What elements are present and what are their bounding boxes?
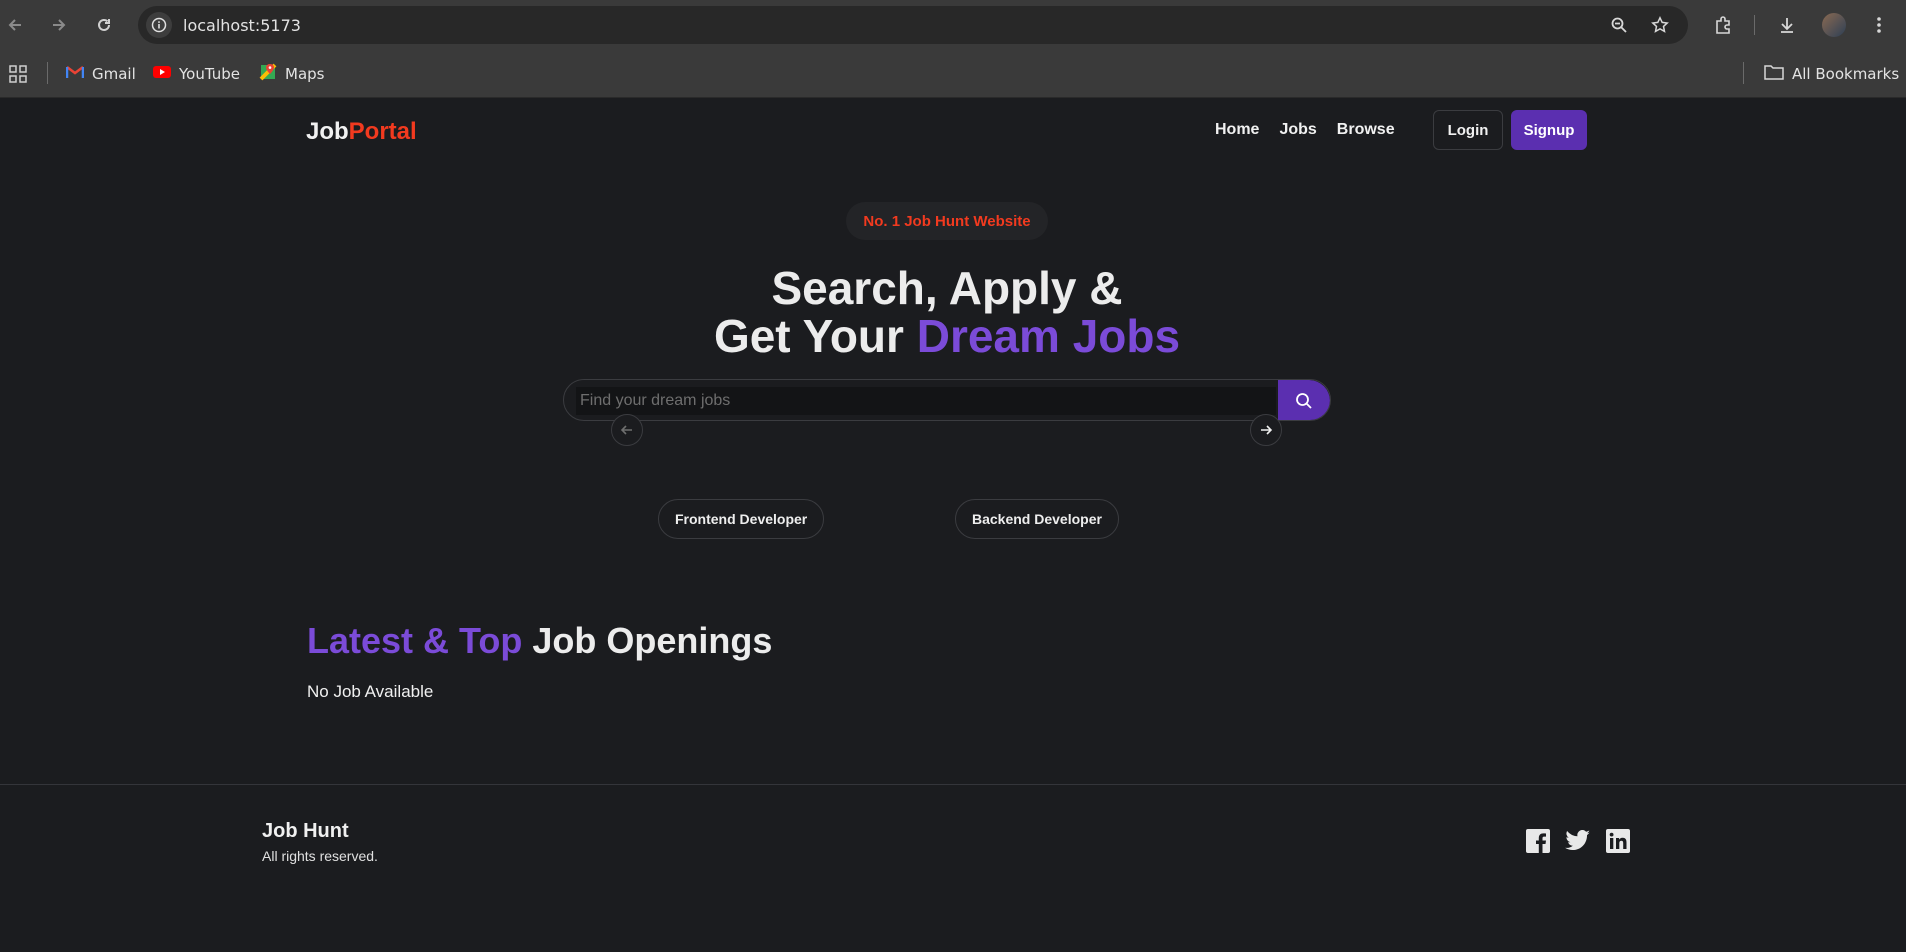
page-content: JobPortal Home Jobs Browse Login Signup … [0, 98, 1906, 952]
reload-icon[interactable] [91, 12, 117, 38]
bookmark-maps[interactable]: Maps [259, 62, 324, 86]
signup-button[interactable]: Signup [1511, 110, 1587, 150]
forward-icon[interactable] [46, 12, 72, 38]
logo-text-accent: Portal [348, 118, 417, 145]
linkedin-icon[interactable] [1605, 828, 1631, 854]
nav-jobs[interactable]: Jobs [1279, 121, 1316, 139]
hero-heading: Search, Apply & Get Your Dream Jobs [0, 264, 1894, 360]
hero-line-2: Get Your Dream Jobs [0, 312, 1894, 360]
facebook-icon[interactable] [1525, 828, 1551, 854]
carousel-next-button[interactable] [1250, 414, 1282, 446]
youtube-icon [153, 65, 171, 83]
address-bar[interactable]: localhost:5173 [138, 6, 1688, 44]
login-button[interactable]: Login [1433, 110, 1503, 150]
folder-icon [1764, 64, 1784, 84]
no-jobs-message: No Job Available [307, 682, 434, 701]
search-button[interactable] [1278, 380, 1330, 420]
toolbar-divider [1754, 15, 1755, 35]
hero-line-2-plain: Get Your [713, 310, 917, 362]
main-nav: Home Jobs Browse [1215, 121, 1395, 139]
search-icon [1296, 393, 1312, 409]
site-logo[interactable]: JobPortal [306, 118, 417, 146]
latest-jobs-title-accent: Latest & Top [307, 620, 533, 661]
bookmark-label: YouTube [179, 65, 240, 83]
footer-divider [0, 784, 1906, 785]
footer-copyright: All rights reserved. [262, 848, 378, 864]
all-bookmarks-label: All Bookmarks [1792, 65, 1900, 83]
arrow-left-icon [620, 425, 632, 435]
all-bookmarks-button[interactable]: All Bookmarks [1764, 62, 1899, 86]
carousel-item-backend[interactable]: Backend Developer [955, 499, 1119, 539]
maps-icon [259, 63, 277, 85]
carousel-prev-button[interactable] [611, 414, 643, 446]
carousel-item-frontend[interactable]: Frontend Developer [658, 499, 825, 539]
zoom-icon[interactable] [1606, 12, 1632, 38]
job-search-input[interactable] [576, 387, 1276, 415]
bookmark-gmail[interactable]: Gmail [65, 62, 136, 86]
nav-home[interactable]: Home [1215, 121, 1259, 139]
bookmark-separator [1743, 62, 1744, 84]
hero-badge: No. 1 Job Hunt Website [846, 202, 1048, 240]
back-icon[interactable] [2, 12, 28, 38]
gmail-icon [65, 65, 85, 83]
bookmark-separator [47, 62, 48, 84]
logo-text-primary: Job [306, 118, 349, 145]
job-search-bar [563, 379, 1331, 421]
arrow-right-icon [1261, 425, 1273, 435]
hero-line-2-accent: Dream Jobs [916, 310, 1181, 362]
bookmarks-bar: Gmail YouTube Maps All Bookmarks [0, 50, 1906, 98]
apps-grid-icon[interactable] [8, 62, 28, 86]
bookmark-label: Gmail [92, 65, 136, 83]
browser-toolbar: localhost:5173 [0, 0, 1906, 50]
bookmark-star-icon[interactable] [1647, 12, 1673, 38]
latest-jobs-title: Latest & Top Job Openings [307, 620, 772, 662]
latest-jobs-title-plain: Job Openings [532, 620, 773, 661]
bookmark-youtube[interactable]: YouTube [153, 62, 240, 86]
bookmark-label: Maps [285, 65, 325, 83]
twitter-icon[interactable] [1565, 828, 1591, 854]
menu-kebab-icon[interactable] [1866, 12, 1892, 38]
download-icon[interactable] [1774, 12, 1800, 38]
site-info-icon[interactable] [146, 12, 172, 38]
profile-avatar-icon[interactable] [1821, 12, 1847, 38]
extensions-icon[interactable] [1710, 12, 1736, 38]
nav-browse[interactable]: Browse [1337, 121, 1395, 139]
footer-title: Job Hunt [262, 820, 349, 842]
hero-line-1: Search, Apply & [771, 262, 1123, 314]
url-text[interactable]: localhost:5173 [183, 16, 301, 35]
